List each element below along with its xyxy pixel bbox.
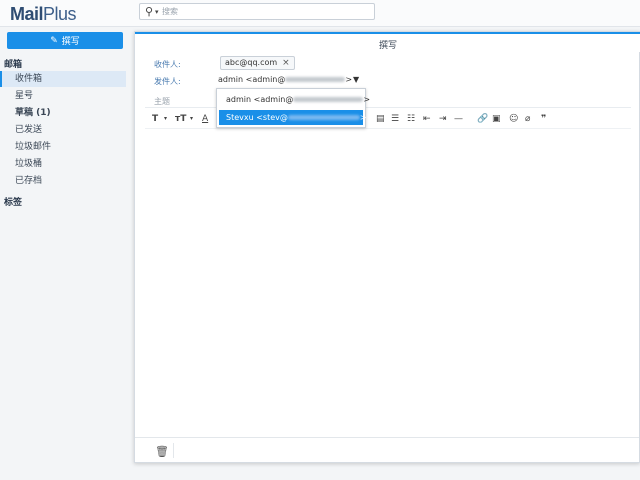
discard-trash-icon[interactable]: 🗑	[155, 445, 169, 458]
link-icon[interactable]: 🔗	[477, 112, 488, 126]
top-bar: MailPlus ⚲ ▾	[0, 0, 640, 27]
sidebar-item-drafts[interactable]: 草稿 (1)	[0, 105, 126, 121]
from-option-stevxu-prefix: Stevxu <stev@	[226, 113, 288, 122]
image-icon[interactable]: ▣	[492, 112, 501, 126]
outdent-icon[interactable]: ⇤	[423, 112, 431, 126]
sidebar-item-trash[interactable]: 垃圾桶	[0, 156, 126, 172]
remove-recipient-close-icon[interactable]: ×	[282, 57, 290, 69]
unordered-list-icon[interactable]: ☷	[407, 112, 415, 126]
message-body-editor[interactable]	[145, 132, 631, 432]
app-logo[interactable]: MailPlus	[10, 4, 77, 25]
from-label: 发件人:	[154, 77, 181, 86]
footer-divider	[173, 443, 174, 458]
horizontal-rule-icon[interactable]: —	[454, 112, 463, 126]
attachment-icon[interactable]: ⌀	[525, 112, 530, 126]
sidebar-item-inbox[interactable]: 收件箱	[0, 71, 126, 87]
font-family-icon[interactable]: T	[152, 112, 158, 126]
redacted-email-blur	[293, 97, 364, 102]
compose-window: 撰写 收件人: abc@qq.com × 发件人: admin <admin@ >…	[134, 31, 640, 463]
from-option-admin[interactable]: admin <admin@ >	[219, 92, 370, 107]
from-dropdown-menu: admin <admin@ > Stevxu <stev@ >	[216, 88, 370, 128]
mailbox-section-title[interactable]: 邮箱	[4, 57, 22, 70]
compose-button-label: 撰写	[61, 37, 80, 47]
redacted-email-blur	[285, 77, 346, 82]
to-label: 收件人:	[154, 60, 181, 69]
compose-footer: 🗑	[135, 437, 639, 463]
sidebar-item-starred[interactable]: 星号	[0, 88, 126, 104]
recipient-chip[interactable]: abc@qq.com ×	[220, 56, 295, 70]
subject-label[interactable]: 主题	[154, 96, 170, 107]
from-option-stevxu-suffix: >	[359, 113, 367, 122]
text-color-icon[interactable]: A	[202, 112, 208, 126]
font-size-icon[interactable]: ᴛT	[175, 112, 186, 126]
indent-icon[interactable]: ⇥	[439, 112, 447, 126]
redacted-email-blur	[287, 115, 360, 120]
emoji-icon[interactable]: ☺	[509, 112, 518, 126]
from-value-prefix: admin <admin@	[218, 75, 286, 84]
sidebar-item-sent[interactable]: 已发送	[0, 122, 126, 138]
compose-window-titlebar[interactable]: 撰写	[135, 32, 640, 52]
from-value-suffix: >	[345, 75, 353, 84]
search-options-chevron-icon[interactable]: ▾	[155, 6, 159, 18]
from-option-admin-prefix: admin <admin@	[226, 95, 294, 104]
logo-main: Mail	[10, 4, 44, 24]
sidebar-item-archived[interactable]: 已存档	[0, 173, 126, 189]
labels-section-title[interactable]: 标签	[4, 195, 22, 208]
logo-plus: Plus	[43, 4, 77, 24]
font-size-chevron-down-icon[interactable]: ▾	[190, 112, 193, 126]
sidebar-item-spam[interactable]: 垃圾邮件	[0, 139, 126, 155]
search-input[interactable]	[162, 5, 367, 18]
font-family-chevron-down-icon[interactable]: ▾	[164, 112, 167, 126]
from-option-admin-suffix: >	[363, 95, 371, 104]
ordered-list-icon[interactable]: ☰	[391, 112, 399, 126]
from-dropdown-chevron-down-icon[interactable]: ▼	[353, 75, 359, 84]
from-select[interactable]: admin <admin@ >	[218, 75, 352, 84]
pencil-icon: ✎	[50, 35, 58, 46]
compose-button[interactable]: ✎ 撰写	[7, 32, 123, 49]
sidebar: ✎ 撰写 邮箱 收件箱 星号 草稿 (1) 已发送 垃圾邮件 垃圾桶 已存档 标…	[0, 27, 128, 480]
from-option-stevxu[interactable]: Stevxu <stev@ >	[219, 110, 367, 125]
search-icon[interactable]: ⚲	[145, 5, 153, 19]
quote-icon[interactable]: ❞	[541, 112, 546, 126]
align-justify-icon[interactable]: ▤	[376, 112, 385, 126]
compose-window-title: 撰写	[378, 41, 397, 51]
toolbar-divider	[145, 128, 631, 129]
recipient-chip-text: abc@qq.com	[225, 58, 278, 67]
search-box[interactable]: ⚲ ▾	[139, 3, 375, 20]
